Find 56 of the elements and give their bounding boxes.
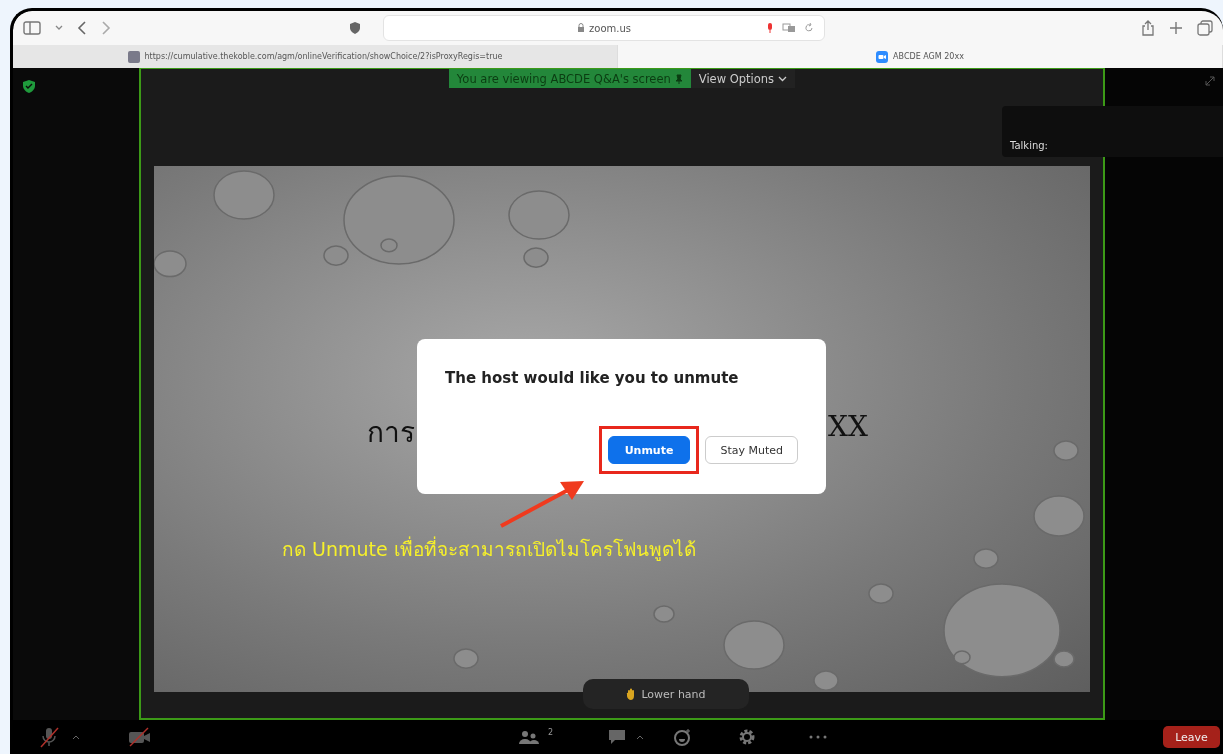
participant-count: 2 [548,728,554,737]
water-drop [453,648,479,669]
water-drop [213,170,275,220]
lower-hand-button[interactable]: Lower hand [583,679,749,709]
address-bar[interactable]: zoom.us [383,15,825,41]
caret-up-icon[interactable] [72,734,80,740]
water-drop [868,583,894,604]
browser-tab[interactable]: https://cumulative.thekoble.com/agm/onlineVerification/showChoice/2?isProxyRegis=true [13,45,618,68]
water-drop [813,670,839,691]
caret-up-icon[interactable] [636,734,645,740]
participants-icon[interactable] [518,728,540,746]
translate-icon[interactable] [782,22,796,34]
leave-button[interactable]: Leave [1163,726,1220,748]
shield-icon[interactable] [349,21,361,35]
unmute-button[interactable]: Unmute [607,436,691,464]
video-off-icon[interactable] [128,727,152,747]
chevron-down-icon[interactable] [55,24,63,32]
view-options-button[interactable]: View Options [690,69,796,88]
back-icon[interactable] [77,21,87,35]
tabs-icon[interactable] [1197,20,1213,36]
shield-check-icon [23,80,35,93]
lock-icon [577,23,585,33]
reload-icon[interactable] [804,23,814,33]
slide-title: XX [828,410,868,443]
water-drop [523,247,549,268]
hand-icon [626,688,637,700]
water-drop [973,548,999,569]
muted-microphone-icon[interactable] [38,726,60,748]
water-drop [154,250,187,278]
water-drop [508,190,570,240]
microphone-icon[interactable] [766,22,774,34]
sharing-banner: You are viewing ABCDE Q&A's screen [448,69,691,88]
expand-icon[interactable] [1205,76,1215,86]
address-text: zoom.us [589,22,631,34]
water-drop [1033,495,1085,537]
smiley-icon[interactable] [674,728,693,746]
talking-label: Talking: [1010,140,1048,151]
plus-icon[interactable] [1169,21,1183,35]
gear-icon[interactable] [738,728,757,746]
annotation-text: กด Unmute เพื่อที่จะสามารถเปิดไมโครโฟนพูดได้ [282,535,696,563]
water-drop [653,605,675,623]
browser-tab[interactable]: ABCDE AGM 20xx [618,45,1223,68]
forward-icon[interactable] [101,21,111,35]
dialog-message: The host would like you to unmute [445,369,740,387]
water-drop [723,620,785,670]
share-icon[interactable] [1141,20,1155,36]
more-icon[interactable] [808,734,829,740]
water-drop [1053,440,1079,461]
stay-muted-button[interactable]: Stay Muted [705,436,798,464]
camera-app-icon [876,50,889,63]
site-icon [127,50,140,63]
slide-title: การ [367,415,415,451]
pin-icon [674,73,683,84]
sidebar-icon[interactable] [23,21,41,35]
chevron-down-icon [778,75,788,82]
chat-icon[interactable] [608,729,627,745]
